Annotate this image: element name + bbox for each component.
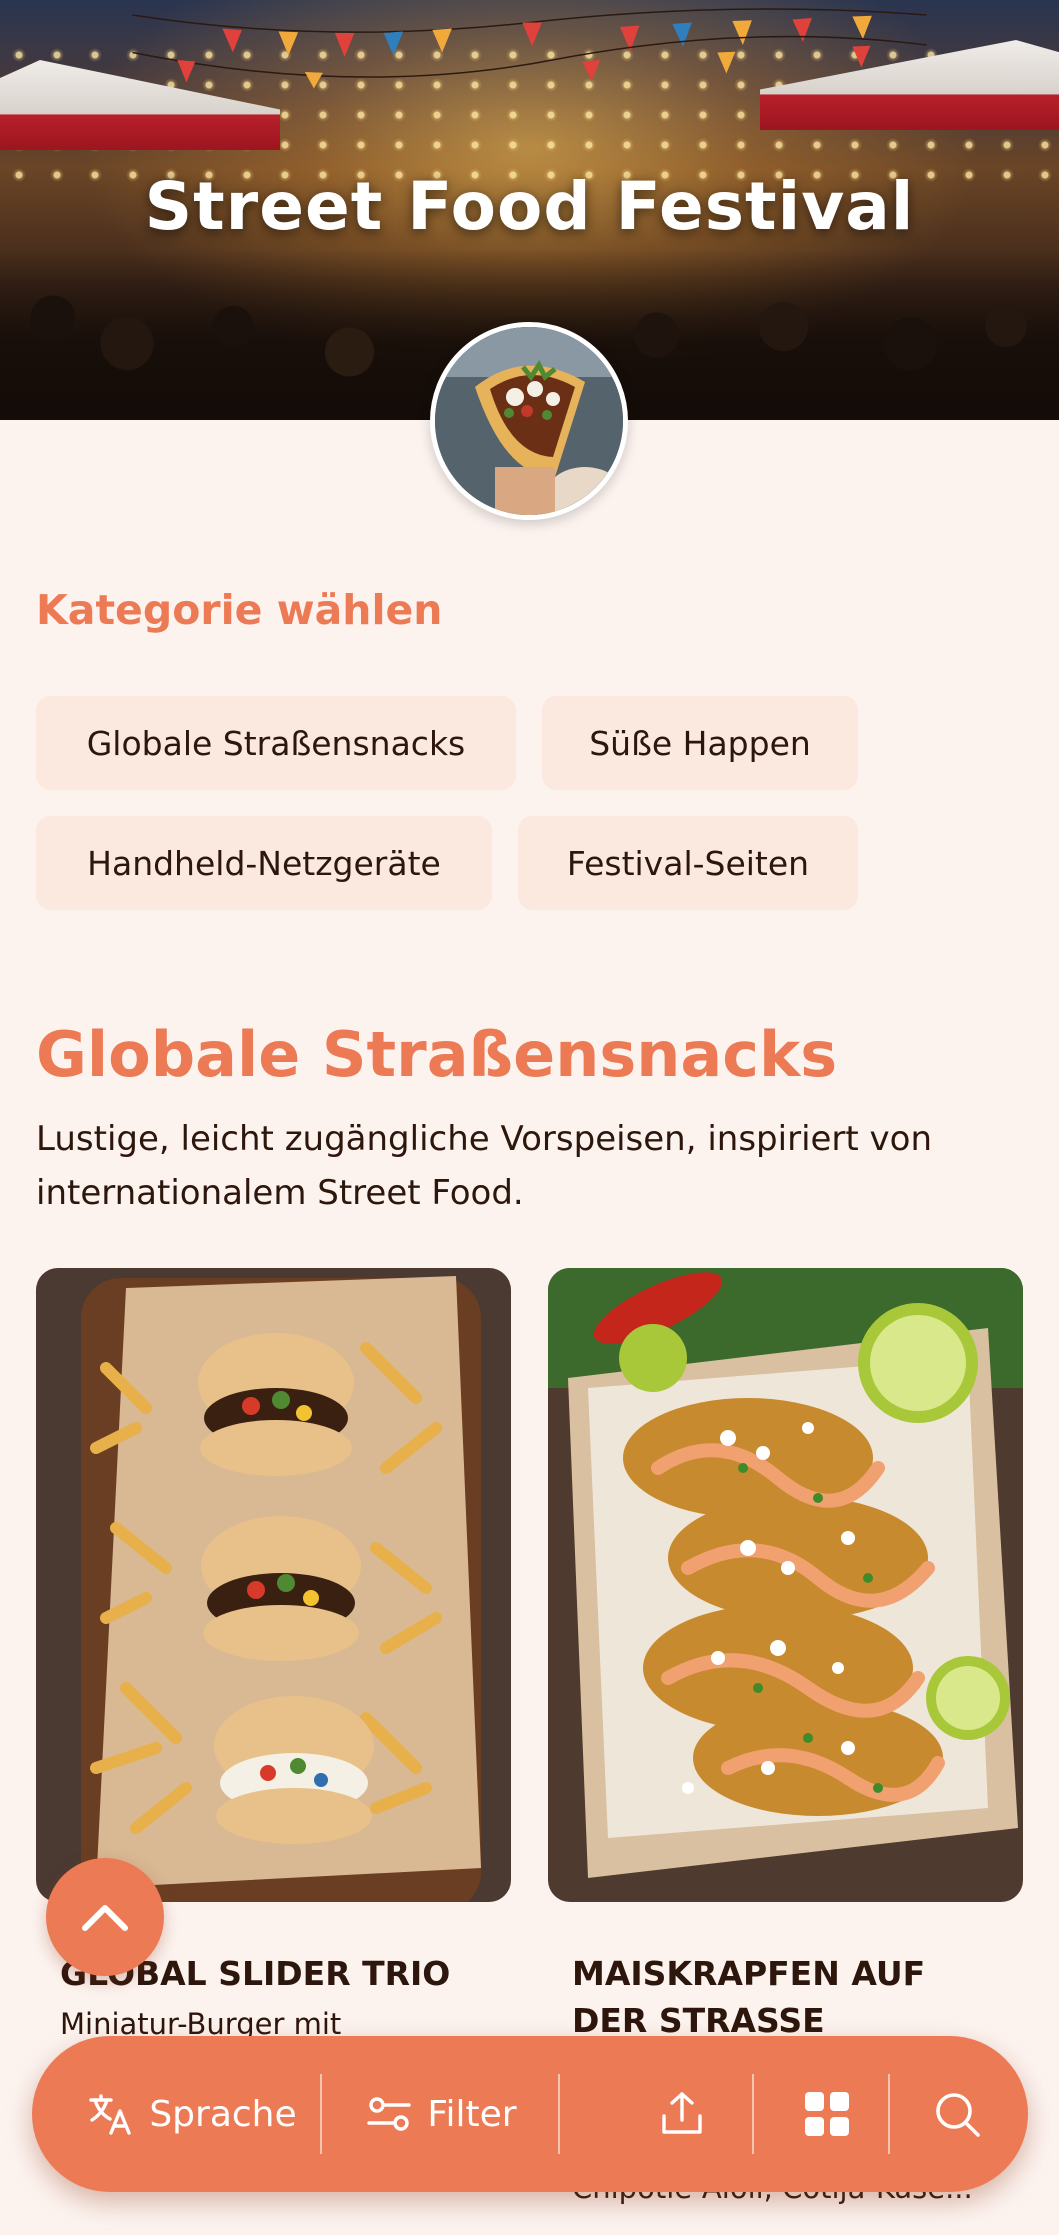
chip-festival-seiten[interactable]: Festival-Seiten: [518, 816, 858, 910]
filter-label: Filter: [427, 2093, 517, 2135]
filter-button[interactable]: Filter: [332, 2036, 552, 2192]
divider: [752, 2074, 754, 2154]
grid-view-button[interactable]: [767, 2036, 887, 2192]
card-image-slider-trio[interactable]: [36, 1268, 511, 1902]
translate-icon: [89, 2094, 132, 2135]
language-label: Sprache: [149, 2093, 297, 2135]
chevron-up-icon: [82, 1905, 128, 1931]
card-title-corn-fritters[interactable]: Maiskrapfen auf der Straße: [572, 1950, 1012, 2044]
page-title: Street Food Festival: [144, 168, 915, 245]
divider: [558, 2074, 560, 2154]
search-icon: [936, 2093, 980, 2137]
taco-image: [435, 327, 623, 515]
divider: [888, 2074, 890, 2154]
sliders-icon: [367, 2097, 412, 2131]
share-icon: [662, 2092, 702, 2134]
chip-globale-strassensnacks[interactable]: Globale Straßensnacks: [36, 696, 516, 790]
chip-handheld-netzgeraete[interactable]: Handheld-Netzgeräte: [36, 816, 492, 910]
category-heading: Kategorie wählen: [36, 586, 443, 634]
share-button[interactable]: [632, 2036, 732, 2192]
section-title: Globale Straßensnacks: [36, 1018, 838, 1091]
section-description: Lustige, leicht zugängliche Vorspeisen, …: [36, 1119, 933, 1213]
scroll-to-top-button[interactable]: [46, 1858, 164, 1976]
search-button[interactable]: [902, 2036, 1012, 2192]
chip-suesse-happen[interactable]: Süße Happen: [542, 696, 858, 790]
divider: [320, 2074, 322, 2154]
grid-icon: [805, 2092, 849, 2136]
language-button[interactable]: Sprache: [72, 2036, 312, 2192]
avatar: [430, 322, 628, 520]
card-image-corn-fritters[interactable]: [548, 1268, 1023, 1902]
bottom-action-bar: Sprache Filter: [32, 2036, 1028, 2192]
